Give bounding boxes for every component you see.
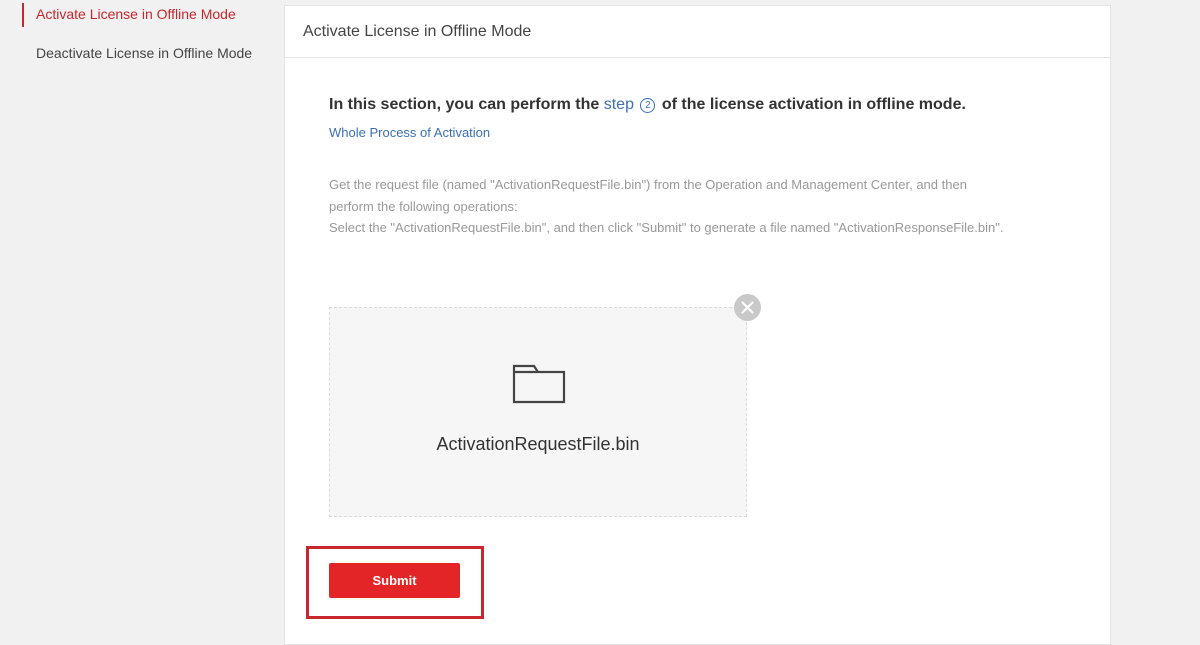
sidebar: Activate License in Offline Mode Deactiv… — [0, 0, 284, 639]
uploaded-file-name: ActivationRequestFile.bin — [436, 434, 640, 454]
sidebar-item-activate-offline[interactable]: Activate License in Offline Mode — [22, 3, 236, 27]
file-upload-area[interactable]: ActivationRequestFile.bin — [329, 307, 747, 517]
close-icon — [741, 301, 754, 314]
instruction-line: Select the "ActivationRequestFile.bin", … — [329, 220, 1004, 235]
whole-process-link[interactable]: Whole Process of Activation — [329, 125, 490, 140]
sidebar-item-deactivate-offline[interactable]: Deactivate License in Offline Mode — [22, 42, 252, 64]
headline-prefix: In this section, you can perform the — [329, 96, 604, 113]
section-headline: In this section, you can perform the ste… — [329, 96, 966, 114]
step-link[interactable]: step — [604, 96, 634, 113]
folder-icon — [512, 364, 566, 404]
main-card: Activate License in Offline Mode In this… — [284, 5, 1111, 645]
submit-button[interactable]: Submit — [329, 563, 460, 598]
instruction-line: perform the following operations: — [329, 198, 518, 214]
remove-file-button[interactable] — [734, 294, 761, 321]
step-number-badge: 2 — [640, 98, 656, 113]
instructions: Get the request file (named "ActivationR… — [329, 174, 1089, 239]
page-title: Activate License in Offline Mode — [285, 6, 1110, 58]
sidebar-item-label: Deactivate License in Offline Mode — [36, 45, 253, 61]
instruction-line: Get the request file (named "ActivationR… — [329, 177, 967, 192]
headline-suffix: of the license activation in offline mod… — [657, 96, 966, 113]
sidebar-item-label: Activate License in Offline Mode — [36, 6, 236, 22]
